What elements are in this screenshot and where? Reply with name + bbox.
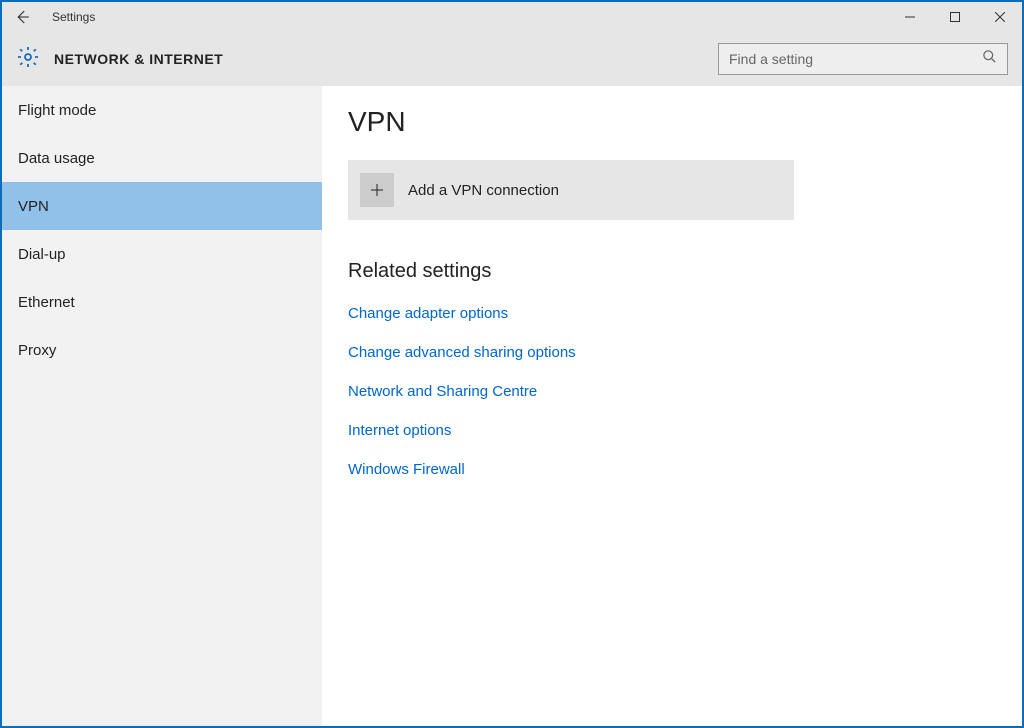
plus-icon xyxy=(360,173,394,207)
add-vpn-label: Add a VPN connection xyxy=(408,182,559,199)
search-box[interactable] xyxy=(718,43,1008,75)
related-links: Change adapter options Change advanced sh… xyxy=(348,305,996,478)
sidebar-item-ethernet[interactable]: Ethernet xyxy=(2,278,322,326)
sidebar-item-vpn[interactable]: VPN xyxy=(2,182,322,230)
main-content: VPN Add a VPN connection Related setting… xyxy=(322,86,1022,726)
sidebar-item-proxy[interactable]: Proxy xyxy=(2,326,322,374)
sidebar-item-label: Ethernet xyxy=(18,294,75,311)
sidebar-item-label: Data usage xyxy=(18,150,95,167)
header: NETWORK & INTERNET xyxy=(2,32,1022,86)
sidebar-item-flight-mode[interactable]: Flight mode xyxy=(2,86,322,134)
maximize-button[interactable] xyxy=(932,2,977,32)
sidebar-item-dial-up[interactable]: Dial-up xyxy=(2,230,322,278)
minimize-button[interactable] xyxy=(887,2,932,32)
sidebar-item-label: Proxy xyxy=(18,342,56,359)
window-title: Settings xyxy=(52,10,95,24)
back-button[interactable] xyxy=(10,5,34,29)
related-link[interactable]: Internet options xyxy=(348,422,451,439)
close-button[interactable] xyxy=(977,2,1022,32)
page-heading: VPN xyxy=(348,106,996,138)
sidebar-item-label: VPN xyxy=(18,198,49,215)
sidebar-item-data-usage[interactable]: Data usage xyxy=(2,134,322,182)
related-link[interactable]: Change advanced sharing options xyxy=(348,344,576,361)
header-title: NETWORK & INTERNET xyxy=(54,51,223,67)
sidebar-item-label: Dial-up xyxy=(18,246,66,263)
sidebar: Flight mode Data usage VPN Dial-up Ethernet P… xyxy=(2,86,322,726)
related-link[interactable]: Windows Firewall xyxy=(348,461,465,478)
related-link[interactable]: Change adapter options xyxy=(348,305,508,322)
body: Flight mode Data usage VPN Dial-up Ethernet P… xyxy=(2,86,1022,726)
search-icon xyxy=(982,49,997,69)
window-controls xyxy=(887,2,1022,32)
add-vpn-button[interactable]: Add a VPN connection xyxy=(348,160,794,220)
related-link[interactable]: Network and Sharing Centre xyxy=(348,383,537,400)
related-heading: Related settings xyxy=(348,260,996,283)
search-input[interactable] xyxy=(729,51,982,67)
titlebar: Settings xyxy=(2,2,1022,32)
gear-icon xyxy=(16,45,40,74)
sidebar-item-label: Flight mode xyxy=(18,102,96,119)
